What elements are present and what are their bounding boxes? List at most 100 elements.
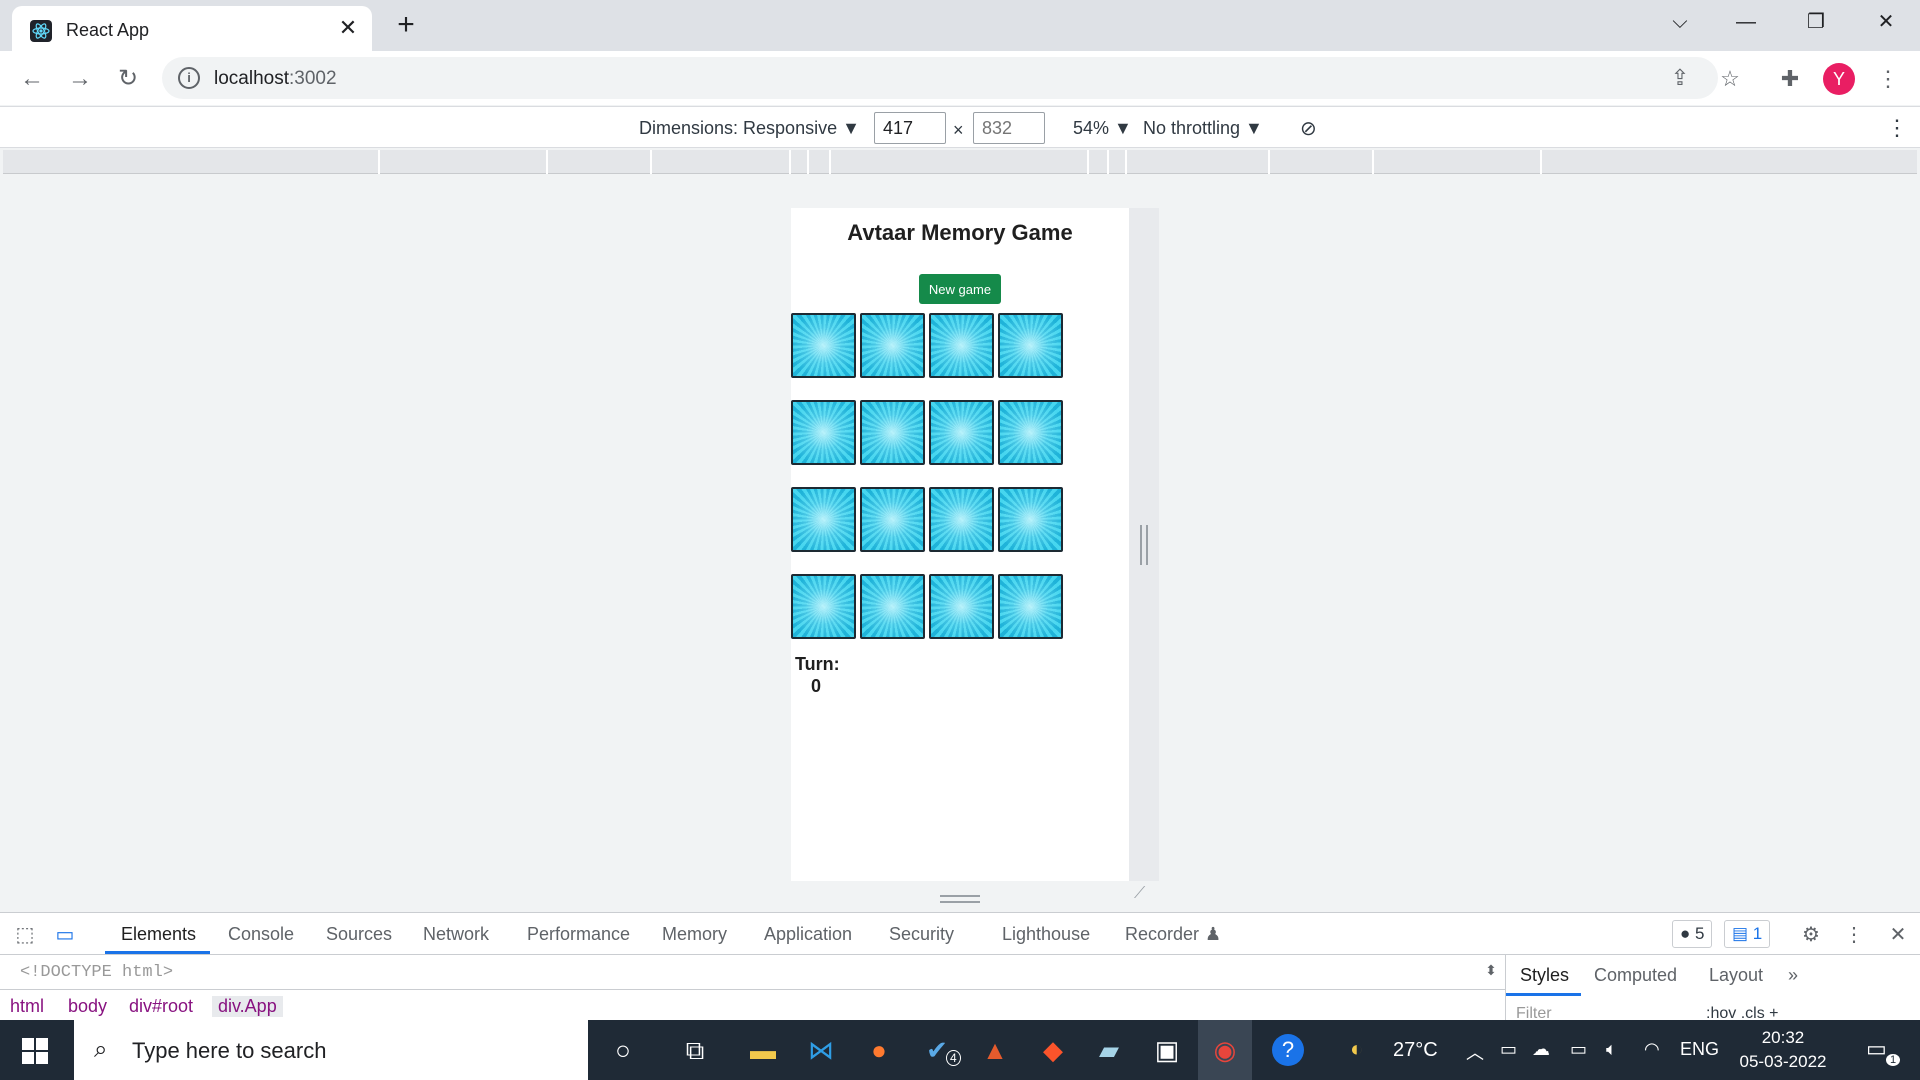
errors-badge[interactable]: ● 5 [1672, 920, 1713, 948]
windows-start-icon[interactable] [22, 1038, 48, 1064]
recorder-flask-icon: ♟ [1205, 924, 1222, 944]
messages-badge[interactable]: ▤ 1 [1724, 920, 1771, 948]
dimension-times: × [953, 120, 964, 140]
matlab-icon[interactable]: ▲ [978, 1033, 1012, 1067]
styles-pane: Styles Computed Layout » Filter :hov .cl… [1505, 955, 1920, 1022]
tab-security[interactable]: Security [889, 924, 954, 945]
memory-card[interactable] [860, 487, 925, 552]
tab-layout[interactable]: Layout [1709, 965, 1763, 986]
devtools-menu-icon[interactable]: ⋮ [1841, 922, 1867, 948]
memory-card[interactable] [998, 574, 1063, 639]
tab-performance[interactable]: Performance [527, 924, 630, 945]
dom-doctype-node[interactable]: <!DOCTYPE html> [20, 963, 173, 982]
more-tabs-icon[interactable]: » [1788, 965, 1798, 986]
url-text[interactable]: localhost:3002 [214, 68, 337, 90]
brave-icon[interactable]: ◆ [1036, 1033, 1070, 1067]
memory-card[interactable] [929, 313, 994, 378]
breadcrumb-body[interactable]: body [68, 996, 107, 1017]
help-icon[interactable]: ? [1272, 1034, 1304, 1066]
viewport-height-input[interactable] [973, 112, 1045, 144]
throttling-select[interactable]: No throttling ▼ [1143, 118, 1263, 139]
memory-card[interactable] [929, 574, 994, 639]
close-window-icon[interactable]: ✕ [1856, 6, 1916, 38]
profile-avatar[interactable]: Y [1823, 63, 1855, 95]
rotate-icon[interactable]: ⊘ [1300, 116, 1317, 141]
height-resize-handle[interactable] [940, 895, 980, 903]
memory-card[interactable] [998, 487, 1063, 552]
memory-card[interactable] [791, 313, 856, 378]
restore-icon[interactable]: ❐ [1786, 6, 1846, 38]
new-game-button[interactable]: New game [919, 274, 1001, 304]
language-indicator[interactable]: ENG [1680, 1039, 1719, 1060]
battery-icon[interactable]: ▭ [1570, 1039, 1587, 1060]
tab-application[interactable]: Application [764, 924, 852, 945]
back-icon[interactable]: ← [16, 63, 48, 95]
dimensions-select[interactable]: Dimensions: Responsive ▼ [639, 118, 860, 139]
extensions-icon[interactable]: ✚ [1774, 63, 1806, 95]
bookmark-star-icon[interactable]: ☆ [1714, 63, 1746, 95]
tab-recorder[interactable]: Recorder [1125, 924, 1199, 945]
zoom-select[interactable]: 54% ▼ [1073, 118, 1132, 139]
memory-card[interactable] [860, 400, 925, 465]
forward-icon[interactable]: → [64, 63, 96, 95]
tab-sources[interactable]: Sources [326, 924, 392, 945]
tab-styles[interactable]: Styles [1520, 965, 1569, 986]
memory-card[interactable] [860, 313, 925, 378]
address-bar[interactable]: i localhost:3002 ⇪ [162, 57, 1718, 99]
breadcrumb-root[interactable]: div#root [129, 996, 193, 1017]
tab-search-icon[interactable]: ⌵ [1650, 6, 1710, 38]
inspect-element-icon[interactable]: ⬚ [12, 922, 38, 948]
settings-gear-icon[interactable]: ⚙ [1798, 922, 1824, 948]
scroll-arrows-icon[interactable]: ⬍ [1478, 957, 1504, 983]
weather-temp[interactable]: 27°C [1393, 1039, 1438, 1062]
memory-card[interactable] [791, 400, 856, 465]
reload-icon[interactable]: ↻ [112, 63, 144, 95]
tab-elements[interactable]: Elements [121, 924, 196, 945]
tab-lighthouse[interactable]: Lighthouse [1002, 924, 1090, 945]
file-explorer-icon[interactable]: ▬ [746, 1033, 780, 1067]
site-info-icon[interactable]: i [178, 67, 200, 89]
close-devtools-icon[interactable]: ✕ [1885, 922, 1911, 948]
volume-icon[interactable]: 🔈︎ [1606, 1039, 1617, 1060]
memory-card[interactable] [929, 400, 994, 465]
taskbar-clock[interactable]: 20:32 05-03-2022 [1728, 1026, 1838, 1074]
new-tab-button[interactable]: + [390, 10, 422, 42]
memory-card[interactable] [791, 487, 856, 552]
breadcrumb-app[interactable]: div.App [212, 996, 283, 1017]
menu-kebab-icon[interactable]: ⋮ [1872, 63, 1904, 95]
tray-chevron-icon[interactable]: ︿ [1466, 1039, 1484, 1065]
notepad-icon[interactable]: ▰ [1092, 1033, 1126, 1067]
chrome-icon[interactable]: ◉ [1208, 1033, 1242, 1067]
share-icon[interactable]: ⇪ [1664, 62, 1696, 94]
tab-close-icon[interactable]: ✕ [336, 16, 360, 40]
viewport-width-input[interactable] [874, 112, 946, 144]
cortana-icon[interactable]: ○ [606, 1033, 640, 1067]
meet-icon[interactable]: ▭ [1500, 1039, 1517, 1060]
firefox-icon[interactable]: ● [862, 1033, 896, 1067]
task-view-icon[interactable]: ⧉ [678, 1033, 712, 1067]
minimize-icon[interactable]: — [1716, 6, 1776, 38]
tab-memory[interactable]: Memory [662, 924, 727, 945]
photos-icon[interactable]: ▣ [1150, 1033, 1184, 1067]
media-query-bar[interactable] [3, 150, 1917, 174]
taskbar-search[interactable]: ⌕ Type here to search [74, 1020, 588, 1080]
device-menu-icon[interactable]: ⋮ [1886, 115, 1908, 141]
memory-card[interactable] [998, 400, 1063, 465]
memory-card[interactable] [929, 487, 994, 552]
memory-card[interactable] [998, 313, 1063, 378]
tab-console[interactable]: Console [228, 924, 294, 945]
tab-network[interactable]: Network [423, 924, 489, 945]
corner-resize-handle[interactable]: ⟋ [1134, 885, 1152, 903]
wifi-icon[interactable]: ◠ [1644, 1039, 1660, 1060]
breadcrumb-html[interactable]: html [10, 996, 44, 1017]
weather-icon[interactable]: ◐ [1350, 1036, 1363, 1062]
notifications-icon[interactable]: ▭ [1866, 1036, 1887, 1062]
browser-tab[interactable]: React App ✕ [12, 6, 372, 51]
vscode-icon[interactable]: ⋈ [804, 1033, 838, 1067]
width-resize-handle[interactable] [1140, 525, 1148, 565]
tab-computed[interactable]: Computed [1594, 965, 1677, 986]
device-toggle-icon[interactable]: ▭ [52, 922, 78, 948]
onedrive-icon[interactable]: ☁ [1532, 1039, 1550, 1060]
memory-card[interactable] [860, 574, 925, 639]
memory-card[interactable] [791, 574, 856, 639]
